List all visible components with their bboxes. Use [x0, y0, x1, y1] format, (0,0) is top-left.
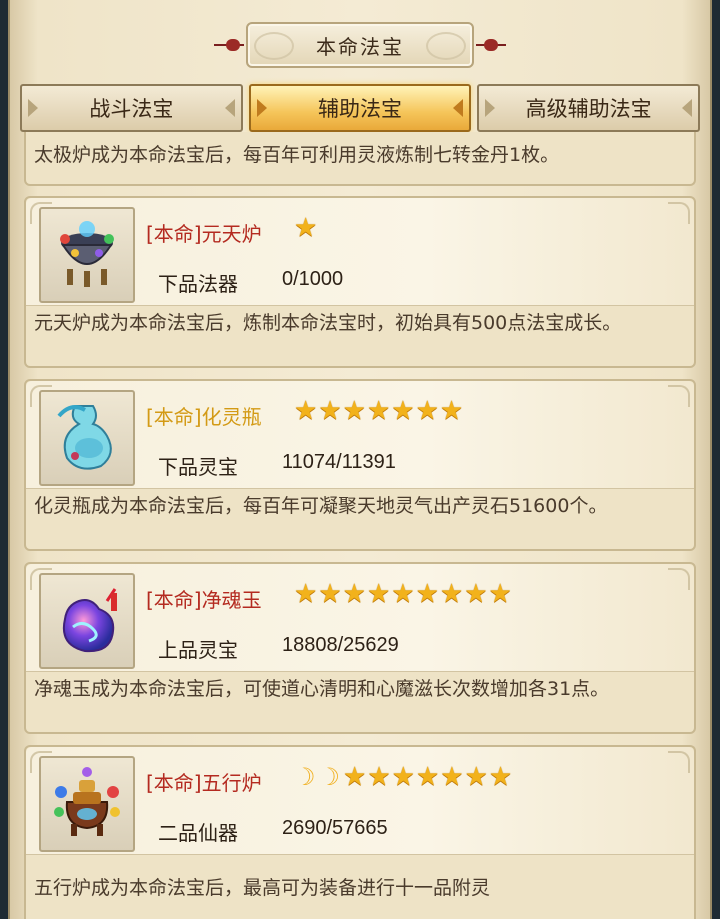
star-icon: ★ — [294, 213, 318, 243]
item-progress: 11074/11391 — [282, 451, 396, 473]
star-rating: ★ — [294, 214, 317, 242]
treasure-card[interactable]: [本命]五行炉 ☽ ☽ ★ ★ ★ ★ ★ ★ ★ 二品仙器 2690/57665 五行炉成为本… — [24, 745, 696, 919]
card-header: [本命]元天炉 ★ 下品法器 0/1000 — [26, 198, 694, 306]
star-icon: ★ — [439, 396, 464, 426]
gourd-bottle-icon[interactable] — [39, 390, 135, 486]
title-plaque: 本命法宝 — [246, 22, 474, 68]
item-grade: 下品灵宝 — [158, 455, 238, 479]
star-icon: ★ — [439, 579, 464, 609]
card-header: [本命]化灵瓶 ★ ★ ★ ★ ★ ★ ★ 下品灵宝 11074/11391 — [26, 381, 694, 489]
tab-arrow-left-icon — [485, 99, 496, 117]
corner-ornament-icon — [668, 202, 690, 224]
star-icon: ★ — [342, 579, 366, 609]
partial-item-card: 太极炉成为本命法宝后，每百年可利用灵液炼制七转金丹1枚。 — [24, 132, 696, 186]
right-border-strip — [712, 0, 720, 919]
tab-advanced-support-treasure[interactable]: 高级辅助法宝 — [477, 84, 701, 132]
star-icon: ★ — [294, 396, 318, 426]
corner-ornament-icon — [668, 568, 690, 590]
item-description: 化灵瓶成为本命法宝后，每百年可凝聚天地灵气出产灵石51600个。 — [34, 495, 608, 517]
item-progress: 2690/57665 — [282, 817, 388, 839]
star-icon: ★ — [342, 396, 366, 426]
tab-combat-treasure[interactable]: 战斗法宝 — [20, 84, 243, 132]
star-rating: ★ ★ ★ ★ ★ ★ ★ — [294, 397, 463, 425]
tab-arrow-left-icon — [256, 99, 267, 117]
star-icon: ★ — [318, 396, 342, 426]
star-icon: ★ — [415, 579, 439, 609]
card-header: [本命]净魂玉 ★ ★ ★ ★ ★ ★ ★ ★ ★ 上品灵宝 18808/25629 — [26, 564, 694, 672]
star-icon: ★ — [318, 579, 342, 609]
star-icon: ★ — [488, 579, 512, 609]
left-border-strip — [0, 0, 8, 919]
tab-support-treasure[interactable]: 辅助法宝 — [248, 84, 472, 132]
item-grade: 上品灵宝 — [158, 638, 238, 662]
tab-arrow-right-icon — [453, 99, 464, 117]
corner-ornament-icon — [668, 385, 690, 407]
tab-arrow-right-icon — [682, 99, 693, 117]
item-grade: 下品法器 — [158, 272, 238, 296]
star-icon: ★ — [415, 396, 439, 426]
item-name: [本命]净魂玉 — [146, 588, 262, 612]
star-icon: ★ — [415, 762, 440, 792]
item-progress: 0/1000 — [282, 268, 344, 290]
item-name: [本命]元天炉 — [146, 222, 262, 246]
soul-jade-icon[interactable] — [39, 573, 135, 669]
corner-ornament-icon — [668, 751, 690, 773]
treasure-card[interactable]: [本命]化灵瓶 ★ ★ ★ ★ ★ ★ ★ 下品灵宝 11074/11391 化灵瓶成为本命… — [24, 379, 696, 551]
star-icon: ★ — [488, 762, 513, 792]
star-icon: ★ — [391, 396, 415, 426]
page-title: 本命法宝 — [316, 34, 404, 59]
item-description: 净魂玉成为本命法宝后，可使道心清明和心魔滋长次数增加各31点。 — [34, 678, 610, 700]
tab-arrow-left-icon — [28, 99, 38, 117]
cloud-ornament-icon — [254, 32, 294, 60]
star-icon: ★ — [464, 579, 488, 609]
cloud-ornament-icon — [426, 32, 466, 60]
star-icon: ★ — [366, 579, 391, 609]
tab-arrow-right-icon — [224, 99, 235, 117]
tab-label: 辅助法宝 — [318, 97, 402, 121]
star-rating: ☽ ☽ ★ ★ ★ ★ ★ ★ ★ — [294, 763, 512, 791]
tab-label: 高级辅助法宝 — [525, 97, 652, 121]
five-elements-furnace-icon[interactable] — [39, 756, 135, 852]
moon-icon: ☽ — [294, 763, 316, 791]
tab-label: 战斗法宝 — [89, 97, 174, 121]
star-icon: ★ — [464, 762, 488, 792]
treasure-card[interactable]: [本命]元天炉 ★ 下品法器 0/1000 元天炉成为本命法宝后，炼制本命法宝时… — [24, 196, 696, 368]
item-name: [本命]化灵瓶 — [146, 405, 262, 429]
title-knob-left — [226, 39, 240, 51]
item-progress: 18808/25629 — [282, 634, 399, 656]
title-knob-right — [484, 39, 498, 51]
star-icon: ★ — [367, 762, 391, 792]
treasure-card[interactable]: [本命]净魂玉 ★ ★ ★ ★ ★ ★ ★ ★ ★ 上品灵宝 18808/25629 净魂玉成为… — [24, 562, 696, 734]
title-banner: 本命法宝 — [0, 18, 720, 74]
item-description: 元天炉成为本命法宝后，炼制本命法宝时，初始具有500点法宝成长。 — [34, 312, 622, 334]
star-icon: ★ — [391, 579, 415, 609]
moon-icon: ☽ — [318, 763, 341, 791]
star-rating: ★ ★ ★ ★ ★ ★ ★ ★ ★ — [294, 580, 512, 608]
star-icon: ★ — [366, 396, 391, 426]
star-icon: ★ — [294, 579, 318, 609]
item-name: [本命]五行炉 — [146, 771, 262, 795]
star-icon: ★ — [440, 762, 464, 792]
tab-bar: 战斗法宝 辅助法宝 高级辅助法宝 — [20, 84, 701, 132]
cauldron-icon[interactable] — [39, 207, 135, 303]
item-description: 太极炉成为本命法宝后，每百年可利用灵液炼制七转金丹1枚。 — [34, 144, 560, 166]
item-description: 五行炉成为本命法宝后，最高可为装备进行十一品附灵 — [34, 877, 491, 899]
item-grade: 二品仙器 — [158, 821, 238, 845]
star-icon: ★ — [391, 762, 415, 792]
star-icon: ★ — [343, 762, 367, 792]
card-header: [本命]五行炉 ☽ ☽ ★ ★ ★ ★ ★ ★ ★ 二品仙器 2690/57665 — [26, 747, 694, 855]
